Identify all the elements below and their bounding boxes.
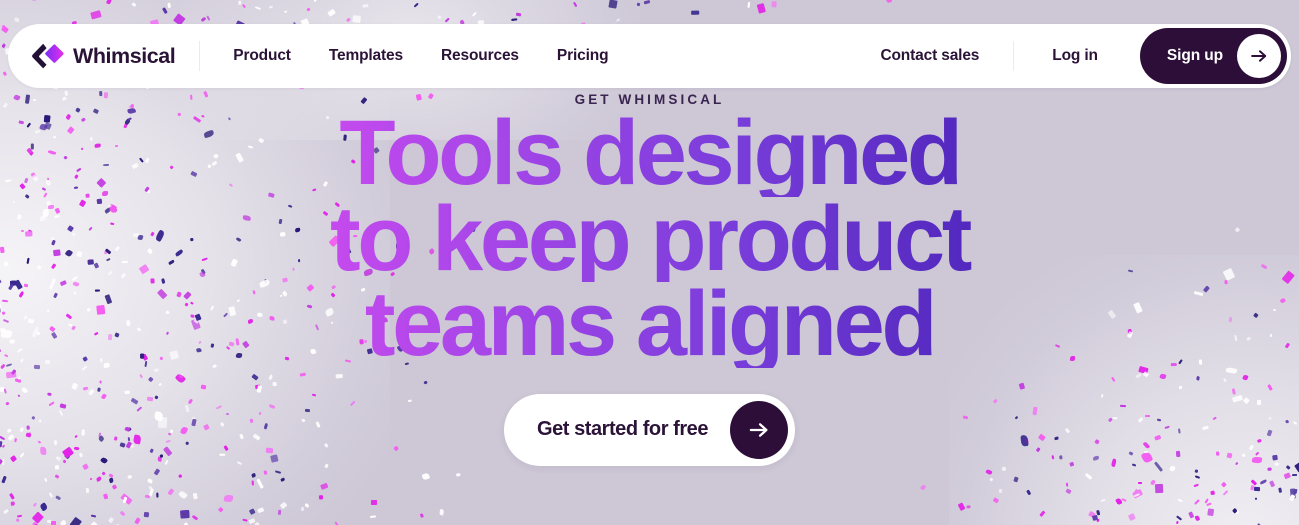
hero-section: Whimsical Product Templates Resources Pr… xyxy=(0,0,1299,525)
whimsical-diamond-logo-icon xyxy=(32,43,64,69)
main-navigation-bar: Whimsical Product Templates Resources Pr… xyxy=(8,24,1291,88)
nav-item-resources: Resources xyxy=(422,37,538,75)
nav-actions-group: Contact sales Log in Sign up xyxy=(858,28,1287,84)
nav-item-templates: Templates xyxy=(310,37,422,75)
headline-line-2: to keep product xyxy=(0,193,1299,285)
nav-link-resources[interactable]: Resources xyxy=(422,37,538,75)
hero-headline: Tools designed to keep product teams ali… xyxy=(0,107,1299,370)
nav-item-pricing: Pricing xyxy=(538,37,628,75)
arrow-right-icon xyxy=(1237,34,1281,78)
contact-sales-link[interactable]: Contact sales xyxy=(858,37,1001,75)
nav-link-templates[interactable]: Templates xyxy=(310,37,422,75)
get-started-label: Get started for free xyxy=(536,418,709,441)
nav-divider-left xyxy=(199,41,201,71)
hero-content: GET WHIMSICAL Tools designed to keep pro… xyxy=(0,88,1299,466)
sign-up-label: Sign up xyxy=(1166,47,1223,64)
headline-line-1: Tools designed xyxy=(0,107,1299,199)
headline-line-3: teams aligned xyxy=(0,278,1299,370)
brand-name: Whimsical xyxy=(73,43,176,68)
brand-logo-link[interactable]: Whimsical xyxy=(30,41,179,71)
nav-links-list: Product Templates Resources Pricing xyxy=(214,37,627,75)
hero-cta-wrapper: Get started for free xyxy=(0,393,1299,466)
nav-link-product[interactable]: Product xyxy=(214,37,310,75)
get-started-button[interactable]: Get started for free xyxy=(503,393,796,466)
sign-up-button[interactable]: Sign up xyxy=(1139,28,1287,84)
nav-item-product: Product xyxy=(214,37,310,75)
nav-link-pricing[interactable]: Pricing xyxy=(538,37,628,75)
arrow-right-icon xyxy=(730,400,789,459)
nav-divider-right xyxy=(1013,41,1015,71)
log-in-link[interactable]: Log in xyxy=(1030,37,1120,75)
